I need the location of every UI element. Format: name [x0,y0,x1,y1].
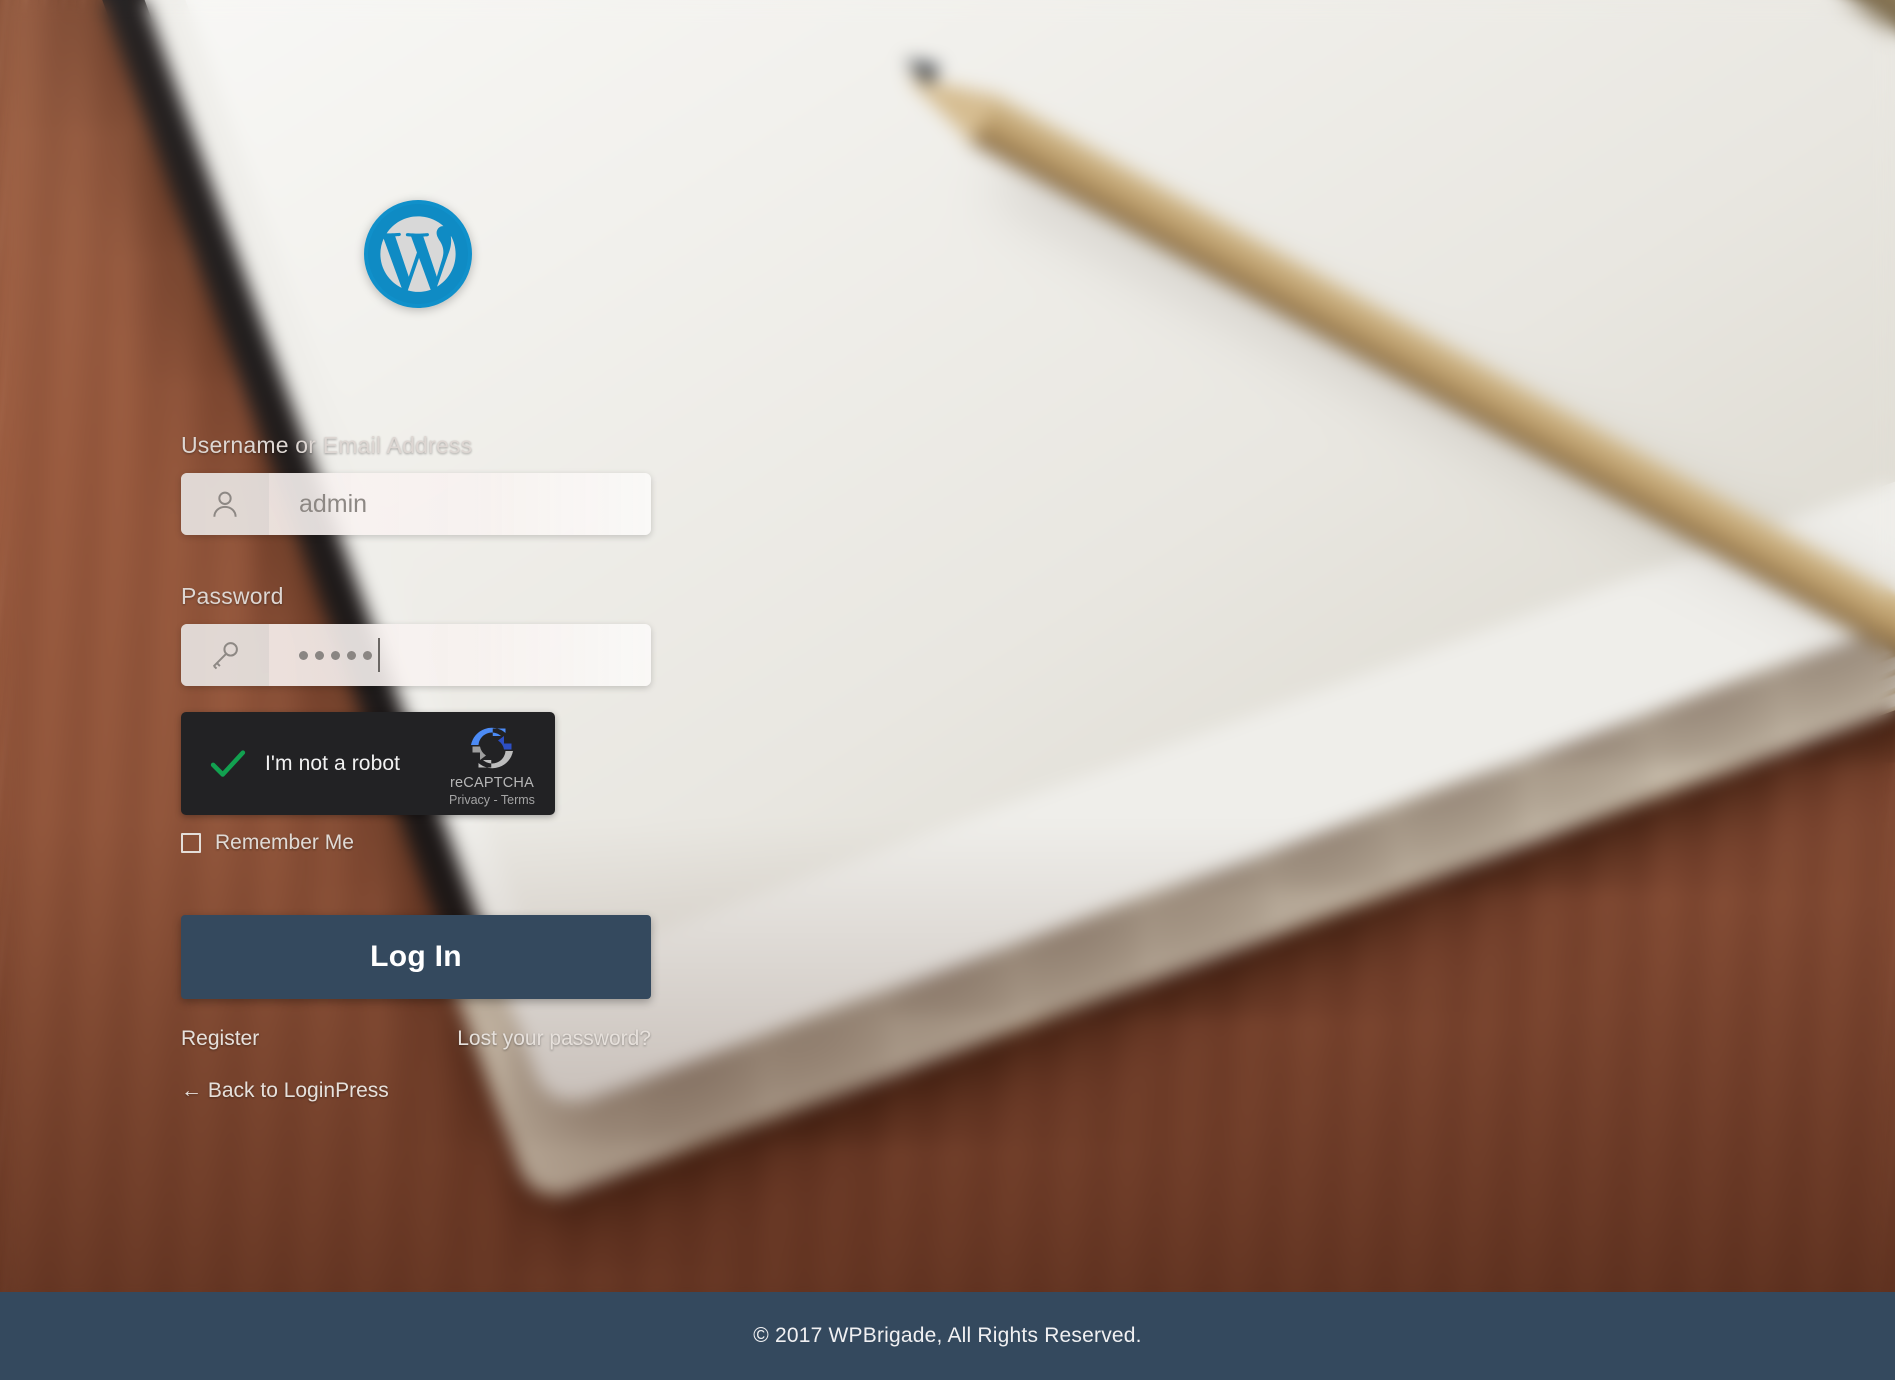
form-links: Register Lost your password? [181,1027,651,1051]
register-link[interactable]: Register [181,1027,259,1051]
lost-password-link[interactable]: Lost your password? [457,1027,651,1051]
page-footer: © 2017 WPBrigade, All Rights Reserved. [0,1292,1895,1380]
remember-me-row[interactable]: Remember Me [181,831,651,855]
recaptcha-logo-icon [471,727,513,769]
login-page: Username or Email Address Password [0,0,1895,1380]
remember-me-checkbox[interactable] [181,833,201,853]
password-masked-value [299,650,372,660]
key-icon [181,624,269,686]
username-input-wrapper [269,473,651,535]
username-label: Username or Email Address [181,432,473,458]
remember-me-label: Remember Me [215,831,354,854]
wordpress-logo-icon[interactable] [364,200,472,308]
recaptcha-checkbox-label: I'm not a robot [265,751,401,775]
password-label: Password [181,583,284,609]
username-field[interactable] [181,473,651,535]
log-in-button[interactable]: Log In [181,915,651,999]
text-cursor [378,638,380,672]
copyright-text: © 2017 WPBrigade, All Rights Reserved. [753,1324,1142,1347]
username-input[interactable] [299,489,651,519]
user-icon [181,473,269,535]
password-input-wrapper[interactable] [269,624,651,686]
login-form: Username or Email Address Password [181,200,651,1103]
recaptcha-widget[interactable]: I'm not a robot reCAPTCHA Privacy - Term… [181,712,555,815]
recaptcha-branding: reCAPTCHA Privacy - Terms [441,724,543,808]
checkmark-icon[interactable] [207,743,249,785]
password-field[interactable] [181,624,651,686]
back-to-loginpress-link[interactable]: ← Back to LoginPress [181,1079,389,1103]
recaptcha-privacy-terms-link[interactable]: Privacy - Terms [441,792,543,808]
recaptcha-brand-name: reCAPTCHA [450,775,534,791]
